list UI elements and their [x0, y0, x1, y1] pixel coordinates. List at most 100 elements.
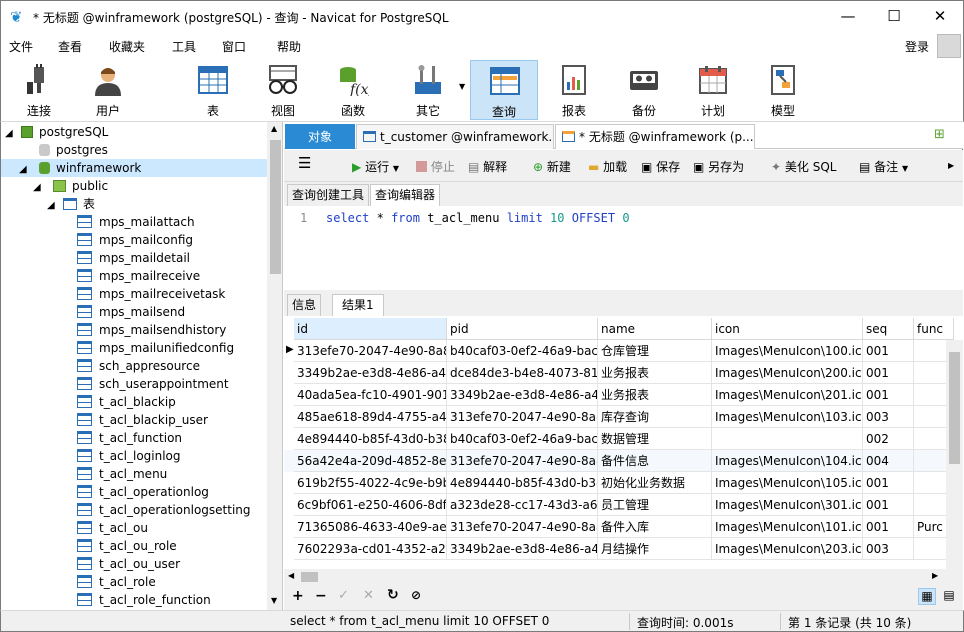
tree-table-item[interactable]: mps_mailsendhistory: [77, 321, 226, 339]
grid-cell[interactable]: 7602293a-cd01-4352-a2d: [294, 538, 447, 560]
table-row[interactable]: 619b2f55-4022-4c9e-b9b 4e894440-b85f-43d0…: [284, 472, 954, 494]
column-header-seq[interactable]: seq: [863, 318, 914, 340]
grid-cell[interactable]: 备件信息: [598, 450, 712, 472]
menu-help[interactable]: 帮助: [277, 38, 301, 55]
user-button[interactable]: 用户: [74, 60, 142, 120]
grid-cell[interactable]: dce84de3-b4e8-4073-812: [447, 362, 598, 384]
grid-cell[interactable]: 4e894440-b85f-43d0-b38: [294, 428, 447, 450]
grid-cell[interactable]: 001: [863, 340, 914, 362]
grid-cell[interactable]: 313efe70-2047-4e90-8a8e: [447, 516, 598, 538]
maximize-button[interactable]: ☐: [871, 1, 917, 32]
table-button[interactable]: 表: [179, 60, 247, 120]
table-row[interactable]: 7602293a-cd01-4352-a2d 3349b2ae-e3d8-4e86…: [284, 538, 954, 560]
hamburger-menu-icon[interactable]: ☰: [298, 154, 311, 172]
tree-node-tables[interactable]: ◢ 表: [47, 195, 95, 213]
collapse-icon[interactable]: ◢: [19, 161, 33, 179]
tree-table-item[interactable]: mps_mailreceive: [77, 267, 200, 285]
tree-scrollbar[interactable]: ▲ ▼: [267, 122, 282, 610]
scroll-down-icon[interactable]: ▼: [271, 596, 277, 605]
column-header-name[interactable]: name: [598, 318, 712, 340]
grid-cell[interactable]: [712, 428, 863, 450]
add-record-icon[interactable]: +: [292, 588, 304, 604]
tab-query-editor[interactable]: 查询编辑器: [370, 184, 441, 206]
tree-table-item[interactable]: mps_maildetail: [77, 249, 190, 267]
report-button[interactable]: 报表: [540, 60, 608, 120]
scroll-up-icon[interactable]: ▲: [271, 124, 277, 133]
grid-view-icon[interactable]: ▦: [918, 588, 936, 605]
connect-button[interactable]: 连接: [5, 60, 73, 120]
grid-cell[interactable]: Images\MenuIcon\105.ico: [712, 472, 863, 494]
tree-table-item[interactable]: t_acl_operationlogsetting: [77, 501, 251, 519]
grid-cell[interactable]: 库存查询: [598, 406, 712, 428]
save-as-button[interactable]: ▣ 另存为: [693, 158, 744, 175]
grid-cell[interactable]: 313efe70-2047-4e90-8a8e: [294, 340, 447, 362]
tree-table-item[interactable]: mps_mailattach: [77, 213, 195, 231]
table-row[interactable]: 3349b2ae-e3d8-4e86-a4c dce84de3-b4e8-4073…: [284, 362, 954, 384]
horizontal-scrollbar-thumb[interactable]: [301, 572, 318, 582]
query-button[interactable]: 查询: [470, 60, 538, 120]
run-dropdown-icon[interactable]: ▼: [393, 164, 399, 173]
beautify-sql-button[interactable]: ✦ 美化 SQL: [771, 158, 836, 175]
grid-cell[interactable]: 619b2f55-4022-4c9e-b9b: [294, 472, 447, 494]
column-header-icon[interactable]: icon: [712, 318, 863, 340]
tree-table-item[interactable]: t_acl_ou: [77, 519, 148, 537]
tree-table-item[interactable]: t_acl_blackip: [77, 393, 176, 411]
backup-button[interactable]: 备份: [610, 60, 678, 120]
table-row[interactable]: 56a42e4a-209d-4852-8ec 313efe70-2047-4e90…: [284, 450, 954, 472]
new-tab-icon[interactable]: ⊞: [934, 127, 952, 143]
grid-cell[interactable]: 3349b2ae-e3d8-4e86-a4c: [294, 362, 447, 384]
explain-button[interactable]: ▤ 解释: [468, 158, 507, 175]
tree-table-item[interactable]: t_acl_ou_role: [77, 537, 177, 555]
tree-table-item[interactable]: sch_userappointment: [77, 375, 229, 393]
menu-window[interactable]: 窗口: [222, 38, 246, 55]
tree-table-item[interactable]: t_acl_function: [77, 429, 182, 447]
table-row[interactable]: 485ae618-89d4-4755-a4e 313efe70-2047-4e90…: [284, 406, 954, 428]
login-avatar-icon[interactable]: [937, 34, 961, 58]
tree-table-item[interactable]: t_acl_menu: [77, 465, 167, 483]
table-row[interactable]: 4e894440-b85f-43d0-b38 b40caf03-0ef2-46a9…: [284, 428, 954, 450]
tree-table-item[interactable]: t_acl_loginlog: [77, 447, 181, 465]
tree-table-item[interactable]: t_acl_role_function: [77, 591, 211, 609]
grid-cell[interactable]: 001: [863, 384, 914, 406]
grid-cell[interactable]: 3349b2ae-e3d8-4e86-a4c: [447, 384, 598, 406]
menu-file[interactable]: 文件: [9, 38, 33, 55]
grid-cell[interactable]: 313efe70-2047-4e90-8a8e: [447, 406, 598, 428]
table-row[interactable]: ▶ 313efe70-2047-4e90-8a8e b40caf03-0ef2-46…: [284, 340, 954, 362]
tree-table-item[interactable]: t_acl_blackip_user: [77, 411, 208, 429]
grid-cell[interactable]: Images\MenuIcon\101.ico: [712, 516, 863, 538]
tab-result-1[interactable]: 结果1: [332, 294, 384, 316]
refresh-icon[interactable]: ↻: [387, 587, 399, 603]
sql-code[interactable]: select * from t_acl_menu limit 10 OFFSET…: [326, 211, 630, 225]
grid-cell[interactable]: 月结操作: [598, 538, 712, 560]
grid-cell[interactable]: 003: [863, 538, 914, 560]
grid-cell[interactable]: 初始化业务数据: [598, 472, 712, 494]
tree-node-schema-public[interactable]: ◢ public: [33, 177, 108, 195]
grid-cell[interactable]: 6c9bf061-e250-4606-8dfa: [294, 494, 447, 516]
other-dropdown-arrow-icon[interactable]: ▼: [459, 82, 465, 91]
grid-cell[interactable]: 数据管理: [598, 428, 712, 450]
grid-cell[interactable]: 001: [863, 362, 914, 384]
tab-query-builder[interactable]: 查询创建工具: [287, 184, 370, 206]
load-button[interactable]: ▬ 加载: [588, 158, 627, 175]
sql-editor[interactable]: 1 select * from t_acl_menu limit 10 OFFS…: [284, 206, 963, 290]
menu-tools[interactable]: 工具: [172, 38, 196, 55]
grid-cell[interactable]: 业务报表: [598, 362, 712, 384]
grid-cell[interactable]: 4e894440-b85f-43d0-b38: [447, 472, 598, 494]
grid-cell[interactable]: Images\MenuIcon\103.ico: [712, 406, 863, 428]
tab-untitled-query[interactable]: * 无标题 @winframework (p...: [555, 124, 755, 149]
tree-scrollbar-thumb[interactable]: [270, 140, 281, 274]
grid-cell[interactable]: 003: [863, 406, 914, 428]
grid-cell[interactable]: 001: [863, 494, 914, 516]
grid-cell[interactable]: 40ada5ea-fc10-4901-901e: [294, 384, 447, 406]
grid-cell[interactable]: b40caf03-0ef2-46a9-bac0: [447, 428, 598, 450]
table-row[interactable]: 71365086-4633-40e9-aec 313efe70-2047-4e90…: [284, 516, 954, 538]
login-link[interactable]: 登录: [905, 38, 929, 55]
save-button[interactable]: ▣ 保存: [641, 158, 680, 175]
tree-table-item[interactable]: t_acl_operationlog: [77, 483, 209, 501]
grid-cell[interactable]: 485ae618-89d4-4755-a4e: [294, 406, 447, 428]
new-query-button[interactable]: ⊕ 新建: [533, 158, 571, 175]
tree-node-connection[interactable]: ◢ postgreSQL: [5, 123, 108, 141]
grid-cell[interactable]: Images\MenuIcon\201.ico: [712, 384, 863, 406]
run-button[interactable]: ▶ 运行 ▼: [352, 158, 399, 175]
tab-objects[interactable]: 对象: [285, 124, 355, 149]
